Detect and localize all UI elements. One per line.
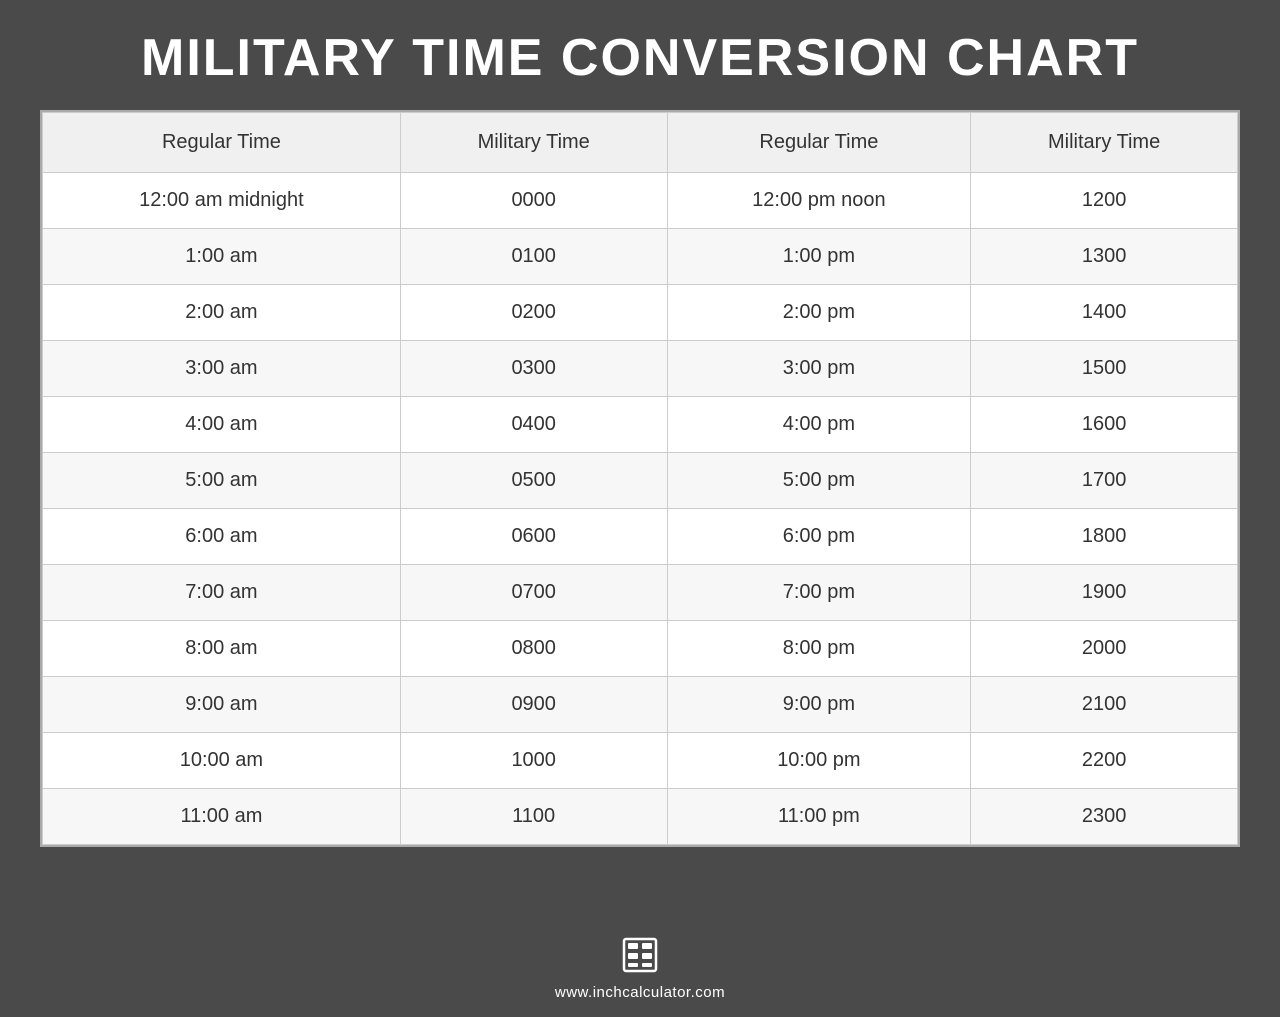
cell-regular-pm: 12:00 pm noon [667, 173, 971, 229]
cell-regular-pm: 10:00 pm [667, 733, 971, 789]
cell-military-am: 0600 [400, 509, 667, 565]
col-header-military-time-pm: Military Time [971, 113, 1238, 173]
cell-military-pm: 2200 [971, 733, 1238, 789]
calculator-icon [622, 937, 658, 978]
table-row: 5:00 am05005:00 pm1700 [43, 453, 1238, 509]
cell-military-am: 0500 [400, 453, 667, 509]
cell-military-am: 1100 [400, 789, 667, 845]
cell-military-pm: 1800 [971, 509, 1238, 565]
conversion-table-container: Regular Time Military Time Regular Time … [40, 110, 1240, 847]
cell-military-am: 0400 [400, 397, 667, 453]
table-row: 10:00 am100010:00 pm2200 [43, 733, 1238, 789]
cell-regular-pm: 1:00 pm [667, 229, 971, 285]
cell-military-pm: 1600 [971, 397, 1238, 453]
table-row: 12:00 am midnight000012:00 pm noon1200 [43, 173, 1238, 229]
col-header-regular-time-am: Regular Time [43, 113, 401, 173]
cell-regular-pm: 2:00 pm [667, 285, 971, 341]
table-header-row: Regular Time Military Time Regular Time … [43, 113, 1238, 173]
cell-regular-am: 1:00 am [43, 229, 401, 285]
table-row: 9:00 am09009:00 pm2100 [43, 677, 1238, 733]
cell-military-am: 1000 [400, 733, 667, 789]
cell-military-am: 0700 [400, 565, 667, 621]
cell-military-am: 0800 [400, 621, 667, 677]
cell-regular-am: 5:00 am [43, 453, 401, 509]
footer-url: www.inchcalculator.com [555, 984, 725, 1001]
cell-military-pm: 1700 [971, 453, 1238, 509]
cell-military-am: 0900 [400, 677, 667, 733]
cell-regular-pm: 3:00 pm [667, 341, 971, 397]
table-row: 7:00 am07007:00 pm1900 [43, 565, 1238, 621]
col-header-military-time-am: Military Time [400, 113, 667, 173]
cell-regular-pm: 8:00 pm [667, 621, 971, 677]
cell-regular-pm: 5:00 pm [667, 453, 971, 509]
table-row: 6:00 am06006:00 pm1800 [43, 509, 1238, 565]
cell-military-pm: 1200 [971, 173, 1238, 229]
cell-regular-am: 2:00 am [43, 285, 401, 341]
cell-military-am: 0200 [400, 285, 667, 341]
cell-regular-am: 7:00 am [43, 565, 401, 621]
table-row: 11:00 am110011:00 pm2300 [43, 789, 1238, 845]
cell-regular-am: 3:00 am [43, 341, 401, 397]
cell-military-am: 0100 [400, 229, 667, 285]
col-header-regular-time-pm: Regular Time [667, 113, 971, 173]
cell-regular-pm: 11:00 pm [667, 789, 971, 845]
cell-military-pm: 1300 [971, 229, 1238, 285]
cell-military-pm: 1900 [971, 565, 1238, 621]
cell-regular-pm: 4:00 pm [667, 397, 971, 453]
conversion-table: Regular Time Military Time Regular Time … [42, 112, 1238, 845]
page-title: MILITARY TIME CONVERSION CHART [40, 28, 1240, 88]
table-row: 2:00 am02002:00 pm1400 [43, 285, 1238, 341]
table-row: 4:00 am04004:00 pm1600 [43, 397, 1238, 453]
cell-military-pm: 2000 [971, 621, 1238, 677]
cell-regular-pm: 6:00 pm [667, 509, 971, 565]
table-row: 3:00 am03003:00 pm1500 [43, 341, 1238, 397]
cell-military-pm: 1400 [971, 285, 1238, 341]
cell-regular-am: 12:00 am midnight [43, 173, 401, 229]
cell-regular-am: 6:00 am [43, 509, 401, 565]
page-footer: www.inchcalculator.com [0, 919, 1280, 1017]
cell-military-pm: 2100 [971, 677, 1238, 733]
cell-military-am: 0000 [400, 173, 667, 229]
table-row: 1:00 am01001:00 pm1300 [43, 229, 1238, 285]
cell-military-pm: 2300 [971, 789, 1238, 845]
cell-military-pm: 1500 [971, 341, 1238, 397]
cell-regular-pm: 9:00 pm [667, 677, 971, 733]
cell-regular-am: 9:00 am [43, 677, 401, 733]
table-row: 8:00 am08008:00 pm2000 [43, 621, 1238, 677]
cell-military-am: 0300 [400, 341, 667, 397]
cell-regular-am: 10:00 am [43, 733, 401, 789]
cell-regular-am: 8:00 am [43, 621, 401, 677]
page-header: MILITARY TIME CONVERSION CHART [0, 0, 1280, 110]
cell-regular-pm: 7:00 pm [667, 565, 971, 621]
cell-regular-am: 4:00 am [43, 397, 401, 453]
cell-regular-am: 11:00 am [43, 789, 401, 845]
